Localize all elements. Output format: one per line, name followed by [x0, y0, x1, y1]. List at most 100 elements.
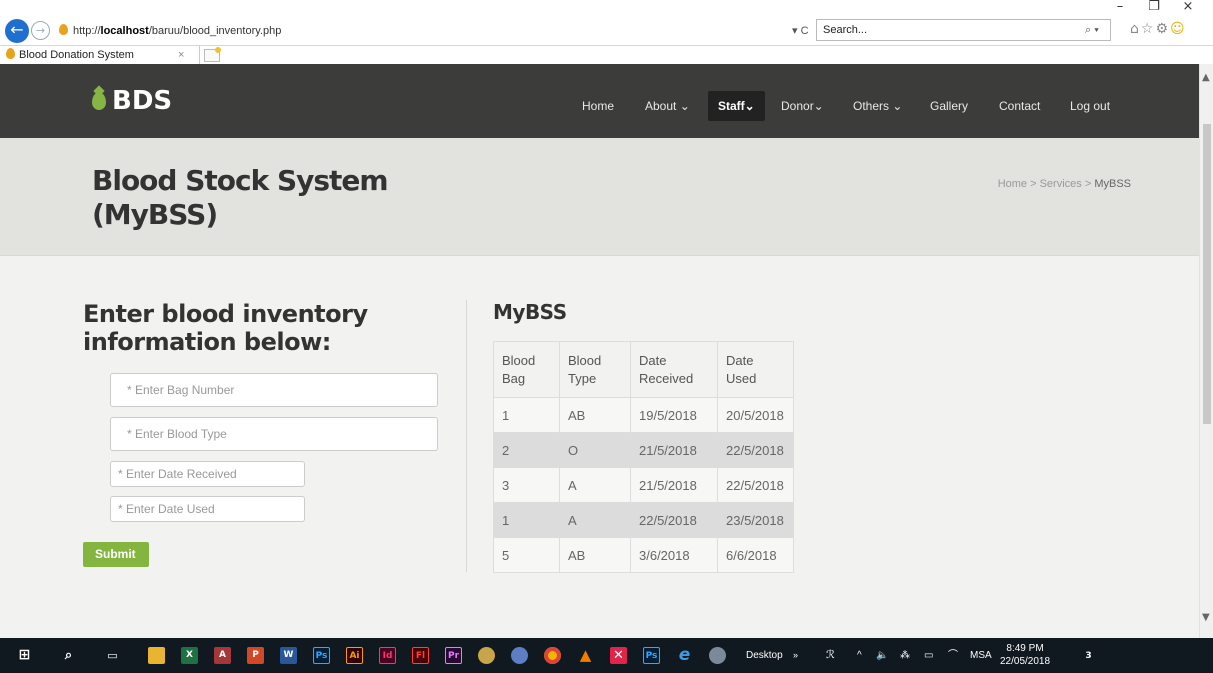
date-received-input[interactable]: * Enter Date Received — [110, 461, 305, 487]
internet-explorer-icon[interactable]: e — [676, 647, 693, 664]
cell-date-used: 23/5/2018 — [717, 502, 794, 538]
blood-type-input[interactable]: * Enter Blood Type — [110, 417, 438, 451]
home-icon[interactable]: ⌂ — [1130, 21, 1141, 37]
cell-date-received: 19/5/2018 — [630, 397, 718, 433]
photoshop-icon[interactable]: Ps — [313, 647, 330, 664]
cell-date-received: 22/5/2018 — [630, 502, 718, 538]
task-view-icon[interactable]: ▭ — [104, 647, 121, 664]
app-cloud-icon[interactable] — [709, 647, 726, 664]
premiere-icon[interactable]: Pr — [445, 647, 462, 664]
cell-date-used: 6/6/2018 — [717, 537, 794, 573]
cell-date-used: 22/5/2018 — [717, 467, 794, 503]
nav-about[interactable]: About ⌄ — [645, 91, 690, 121]
submit-button[interactable]: Submit — [83, 542, 149, 567]
nav-donor[interactable]: Donor⌄ — [781, 91, 824, 121]
breadcrumb-current: MyBSS — [1094, 178, 1131, 190]
cell-blood-bag: 1 — [493, 502, 560, 538]
notification-center-icon[interactable]: 3 — [1080, 648, 1097, 665]
breadcrumb-services[interactable]: Services — [1040, 178, 1082, 190]
dropbox-icon[interactable]: ⁂ — [900, 638, 910, 673]
url-host: localhost — [100, 25, 149, 37]
browser-search-input[interactable]: Search... — [816, 19, 1111, 41]
new-tab-icon[interactable] — [204, 47, 221, 62]
illustrator-icon[interactable]: Ai — [346, 647, 363, 664]
browser-tab[interactable]: Blood Donation System × — [0, 46, 200, 65]
excel-icon[interactable]: X — [181, 647, 198, 664]
powerpoint-icon[interactable]: P — [247, 647, 264, 664]
notification-count: 3 — [1085, 651, 1092, 661]
wifi-icon[interactable]: ⌒ — [948, 638, 958, 673]
cell-date-received: 21/5/2018 — [630, 432, 718, 468]
scroll-thumb[interactable] — [1203, 124, 1211, 424]
tab-close-icon[interactable]: × — [178, 46, 184, 64]
desktop-toolbar-label[interactable]: Desktop — [746, 638, 783, 673]
minimize-icon[interactable]: – — [1103, 0, 1137, 14]
favorites-star-icon[interactable]: ☆ — [1141, 21, 1156, 37]
nav-home[interactable]: Home — [582, 91, 614, 121]
page-title-bar: Blood Stock System (MyBSS) Home > Servic… — [0, 138, 1199, 256]
settings-gear-icon[interactable]: ⚙ — [1155, 21, 1170, 37]
battery-icon[interactable]: ▭ — [924, 638, 933, 673]
app-round-icon[interactable] — [511, 647, 528, 664]
forward-arrow-icon[interactable]: → — [31, 21, 50, 40]
word-icon[interactable]: W — [280, 647, 297, 664]
feedback-smile-icon[interactable]: ☺ — [1170, 21, 1187, 37]
people-icon[interactable]: ℛ — [826, 638, 835, 673]
vlc-icon[interactable]: ▲ — [577, 647, 594, 664]
site-favicon-icon — [59, 24, 68, 35]
nav-staff[interactable]: Staff⌄ — [708, 91, 765, 121]
nav-others[interactable]: Others ⌄ — [853, 91, 902, 121]
tray-chevron-icon[interactable]: ^ — [857, 638, 862, 673]
back-arrow-icon[interactable]: ← — [5, 19, 29, 43]
cell-date-used: 22/5/2018 — [717, 432, 794, 468]
cell-blood-type: A — [559, 502, 631, 538]
bag-number-input[interactable]: * Enter Bag Number — [110, 373, 438, 407]
nav-contact[interactable]: Contact — [999, 91, 1040, 121]
search-icon[interactable]: ⌕ — [60, 647, 77, 664]
table-row: 1 A 22/5/2018 23/5/2018 — [493, 502, 794, 538]
cell-blood-type: O — [559, 432, 631, 468]
windows-start-icon[interactable]: ⊞ — [16, 647, 33, 664]
toolbar-expand-icon[interactable]: » — [793, 638, 798, 673]
column-header-date-used: Date Used — [717, 341, 794, 398]
nav-gallery[interactable]: Gallery — [930, 91, 968, 121]
language-indicator[interactable]: MSA — [970, 638, 992, 673]
xampp-icon[interactable]: ✕ — [610, 647, 627, 664]
cell-blood-bag: 1 — [493, 397, 560, 433]
restore-icon[interactable]: ❐ — [1137, 0, 1171, 14]
app-globe-icon[interactable] — [478, 647, 495, 664]
windows-taskbar: ⊞ ⌕ ▭ X A P W Ps Ai Id Fl Pr ▲ ✕ Ps e De… — [0, 638, 1213, 673]
indesign-icon[interactable]: Id — [379, 647, 396, 664]
clock-time: 8:49 PM — [1006, 643, 1044, 654]
table-row: 3 A 21/5/2018 22/5/2018 — [493, 467, 794, 503]
refresh-icon[interactable]: ▾ C — [792, 21, 809, 41]
date-used-input[interactable]: * Enter Date Used — [110, 496, 305, 522]
flash-icon[interactable]: Fl — [412, 647, 429, 664]
chrome-icon[interactable] — [544, 647, 561, 664]
nav-logout[interactable]: Log out — [1070, 91, 1110, 121]
page-scrollbar[interactable]: ▲ ▼ — [1199, 64, 1213, 638]
window-controls: – ❐ × — [1103, 0, 1205, 14]
tab-title: Blood Donation System — [19, 49, 134, 61]
close-icon[interactable]: × — [1171, 0, 1205, 14]
cell-blood-type: A — [559, 467, 631, 503]
breadcrumb-separator: > — [1081, 178, 1095, 190]
address-bar[interactable]: http://localhost/baruu/blood_inventory.p… — [55, 21, 812, 41]
url-path: /baruu/blood_inventory.php — [148, 25, 282, 37]
volume-icon[interactable]: 🔈 — [876, 638, 888, 673]
file-explorer-icon[interactable] — [148, 647, 165, 664]
address-row: ← → http://localhost/baruu/blood_invento… — [0, 18, 1213, 44]
access-icon[interactable]: A — [214, 647, 231, 664]
breadcrumb: Home > Services > MyBSS — [998, 178, 1131, 190]
column-header-blood-type: Blood Type — [559, 341, 631, 398]
photoshop-icon-2[interactable]: Ps — [643, 647, 660, 664]
scroll-up-icon[interactable]: ▲ — [1202, 72, 1210, 83]
site-logo[interactable]: BDS — [92, 86, 172, 116]
scroll-down-icon[interactable]: ▼ — [1202, 612, 1210, 623]
clock-date: 22/05/2018 — [1000, 656, 1051, 667]
browser-chrome: – ❐ × ← → http://localhost/baruu/blood_inv… — [0, 0, 1213, 65]
blood-drop-icon — [92, 92, 106, 110]
breadcrumb-home[interactable]: Home — [998, 178, 1027, 190]
search-dropdown-icon[interactable]: ⌕ ▾ — [1085, 21, 1099, 39]
system-clock[interactable]: 8:49 PM 22/05/2018 — [1000, 642, 1050, 668]
